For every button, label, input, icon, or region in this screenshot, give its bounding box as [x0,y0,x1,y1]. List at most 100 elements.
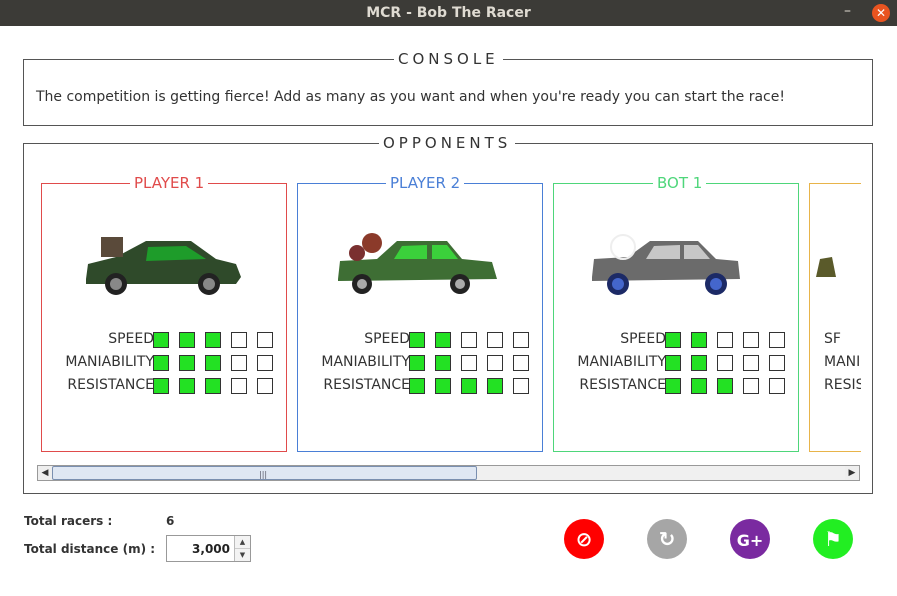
opponent-card[interactable]: SF MANI RESIS [809,183,861,452]
cancel-button[interactable]: ⊘ [564,519,604,559]
reload-icon: ↻ [658,527,676,551]
stat-row-maniability: MANIABILITY [42,354,288,374]
stat-square [769,332,785,348]
stat-square [487,332,503,348]
stat-square [435,378,451,394]
opponent-card[interactable]: PLAYER 2 SPEED MANIABILITY RESISTANCE [297,174,544,452]
stat-square [717,355,733,371]
stat-square [461,355,477,371]
scroll-left-icon[interactable]: ◀ [38,466,52,480]
stat-square [205,378,221,394]
total-racers-value: 6 [166,514,175,528]
stat-square [153,355,169,371]
stat-square [769,355,785,371]
stat-square [717,332,733,348]
stat-square [257,332,273,348]
console-panel: CONSOLE The competition is getting fierc… [23,50,873,126]
stat-square [231,355,247,371]
stat-label: SF [824,331,841,347]
stat-square [153,378,169,394]
stat-square [487,378,503,394]
stat-square [691,378,707,394]
stat-square [743,332,759,348]
stat-square [205,355,221,371]
start-race-button[interactable]: ⚑ [813,519,853,559]
stat-row-speed: SPEED [42,331,288,351]
stat-square [231,332,247,348]
stat-square [257,378,273,394]
stat-square [179,355,195,371]
add-bot-button[interactable]: G+ [730,519,770,559]
opponent-name: PLAYER 1 [130,174,209,192]
total-distance-spinner[interactable]: 3,000 ▲ ▼ [166,535,251,562]
car-image [76,229,246,299]
opponent-name: PLAYER 2 [386,174,465,192]
stat-square [513,355,529,371]
stat-square [409,332,425,348]
stat-square [665,332,681,348]
total-distance-label: Total distance (m) : [24,542,156,556]
stat-row-maniability: MANI [810,354,861,374]
stat-square [461,332,477,348]
stat-row-maniability: MANIABILITY [554,354,800,374]
opponent-name: BOT 1 [653,174,707,192]
stat-square [691,332,707,348]
stat-row-speed: SF [810,331,861,351]
stat-square [691,355,707,371]
stat-square [513,378,529,394]
spinner-down-icon[interactable]: ▼ [235,548,250,560]
window-titlebar: MCR - Bob The Racer – ✕ [0,0,897,26]
ban-icon: ⊘ [575,527,593,551]
scroll-right-icon[interactable]: ▶ [845,466,859,480]
stat-square [435,332,451,348]
car-image [588,229,758,299]
grip-icon: ||| [259,470,268,479]
opponents-panel: OPPONENTS PLAYER 1 SPEED MANIABILITY RESIST… [23,134,873,494]
stat-square [743,378,759,394]
console-message: The competition is getting fierce! Add a… [36,89,785,105]
horizontal-scrollbar[interactable]: ◀ ||| ▶ [37,465,860,481]
stat-square [205,332,221,348]
stat-square [769,378,785,394]
total-distance-value[interactable]: 3,000 [192,542,230,556]
stat-row-maniability: MANIABILITY [298,354,544,374]
opponent-card[interactable]: BOT 1 SPEED MANIABILITY RESISTANCE [553,174,800,452]
stat-row-speed: SPEED [554,331,800,351]
stat-label: MANI [824,354,861,370]
stat-row-resistance: RESISTANCE [298,377,544,397]
close-icon[interactable]: ✕ [872,4,890,22]
stat-row-speed: SPEED [298,331,544,351]
reset-button[interactable]: ↻ [647,519,687,559]
stat-square [257,355,273,371]
stat-square [665,355,681,371]
stat-square [487,355,503,371]
stat-square [665,378,681,394]
stat-square [231,378,247,394]
stat-row-resistance: RESIS [810,377,861,397]
stat-row-resistance: RESISTANCE [42,377,288,397]
stat-square [179,332,195,348]
total-racers-label: Total racers : [24,514,113,528]
stat-square [435,355,451,371]
spinner-up-icon[interactable]: ▲ [235,536,250,548]
stat-square [179,378,195,394]
minimize-icon[interactable]: – [844,3,851,19]
stat-label: MANIABILITY [577,354,666,370]
stat-label: RESISTANCE [67,377,154,393]
window-title: MCR - Bob The Racer [366,5,531,21]
opponent-card[interactable]: PLAYER 1 SPEED MANIABILITY RESISTANCE [41,174,288,452]
stat-square [743,355,759,371]
checkered-flag-icon: ⚑ [824,527,842,551]
stat-label: RESIS [824,377,861,393]
opponents-scroll-area[interactable]: PLAYER 1 SPEED MANIABILITY RESISTANCE PLAYER… [41,168,861,458]
stat-square [717,378,733,394]
stat-square [409,355,425,371]
stat-label: RESISTANCE [579,377,666,393]
stat-square [153,332,169,348]
console-legend: CONSOLE [394,50,503,68]
scrollbar-thumb[interactable]: ||| [52,466,477,480]
car-image [332,229,502,299]
stat-label: MANIABILITY [65,354,154,370]
add-bot-icon: G+ [736,531,764,550]
spinner-buttons: ▲ ▼ [234,536,250,561]
